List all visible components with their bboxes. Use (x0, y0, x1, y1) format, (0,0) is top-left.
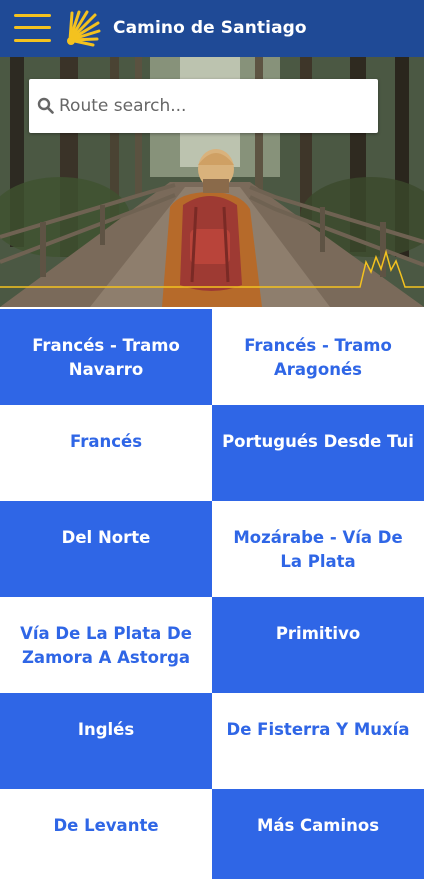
route-tile-fisterra-muxia[interactable]: De Fisterra Y Muxía (212, 693, 424, 789)
hero-image (0, 57, 424, 307)
route-tile-frances[interactable]: Francés (0, 405, 212, 501)
route-tile-de-levante[interactable]: De Levante (0, 789, 212, 879)
search-icon (37, 97, 54, 114)
route-tile-via-plata-zamora[interactable]: Vía De La Plata De Zamora A Astorga (0, 597, 212, 693)
route-tile-del-norte[interactable]: Del Norte (0, 501, 212, 597)
route-tile-portugues-tui[interactable]: Portugués Desde Tui (212, 405, 424, 501)
route-grid: Francés - Tramo Navarro Francés - Tramo … (0, 309, 424, 879)
route-tile-frances-navarro[interactable]: Francés - Tramo Navarro (0, 309, 212, 405)
route-tile-ingles[interactable]: Inglés (0, 693, 212, 789)
menu-icon[interactable] (14, 12, 51, 44)
route-tile-frances-aragones[interactable]: Francés - Tramo Aragonés (212, 309, 424, 405)
app-title: Camino de Santiago (113, 18, 307, 38)
route-search-input[interactable] (59, 87, 369, 125)
route-tile-mozarabe[interactable]: Mozárabe - Vía De La Plata (212, 501, 424, 597)
route-tile-mas-caminos[interactable]: Más Caminos (212, 789, 424, 879)
route-tile-primitivo[interactable]: Primitivo (212, 597, 424, 693)
app-bar: Camino de Santiago (0, 0, 424, 57)
scallop-shell-logo-icon (67, 10, 101, 47)
search-bar (29, 79, 378, 133)
